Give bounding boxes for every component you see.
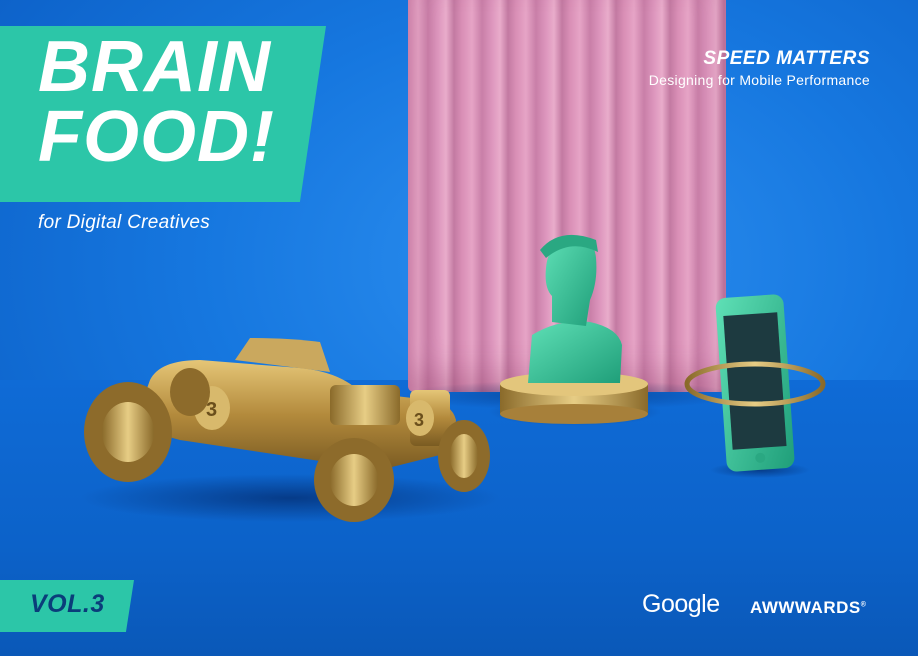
gold-hot-rod-car: 3 3 bbox=[80, 338, 500, 522]
google-logo: Google bbox=[642, 590, 720, 618]
car-number-right: 3 bbox=[414, 410, 424, 430]
registered-mark: ® bbox=[860, 601, 867, 609]
awwwards-wordmark: AWWWARDS bbox=[750, 598, 861, 617]
smartphone-with-ring bbox=[684, 294, 826, 478]
brain-food-title: BRAIN FOOD! bbox=[38, 27, 275, 177]
bust-on-pedestal bbox=[489, 234, 661, 426]
headline: SPEED MATTERS bbox=[703, 48, 870, 69]
tagline: Designing for Mobile Performance bbox=[648, 72, 870, 88]
volume-label: VOL.3 bbox=[30, 590, 105, 618]
headline-block: SPEED MATTERS Designing for Mobile Perfo… bbox=[649, 48, 870, 88]
awwwards-logo: AWWWARDS® bbox=[750, 598, 866, 618]
subtitle: for Digital Creatives bbox=[38, 212, 211, 233]
cover-artwork: 3 3 BRAIN FOOD! for Digital Creatives SP… bbox=[0, 0, 918, 656]
